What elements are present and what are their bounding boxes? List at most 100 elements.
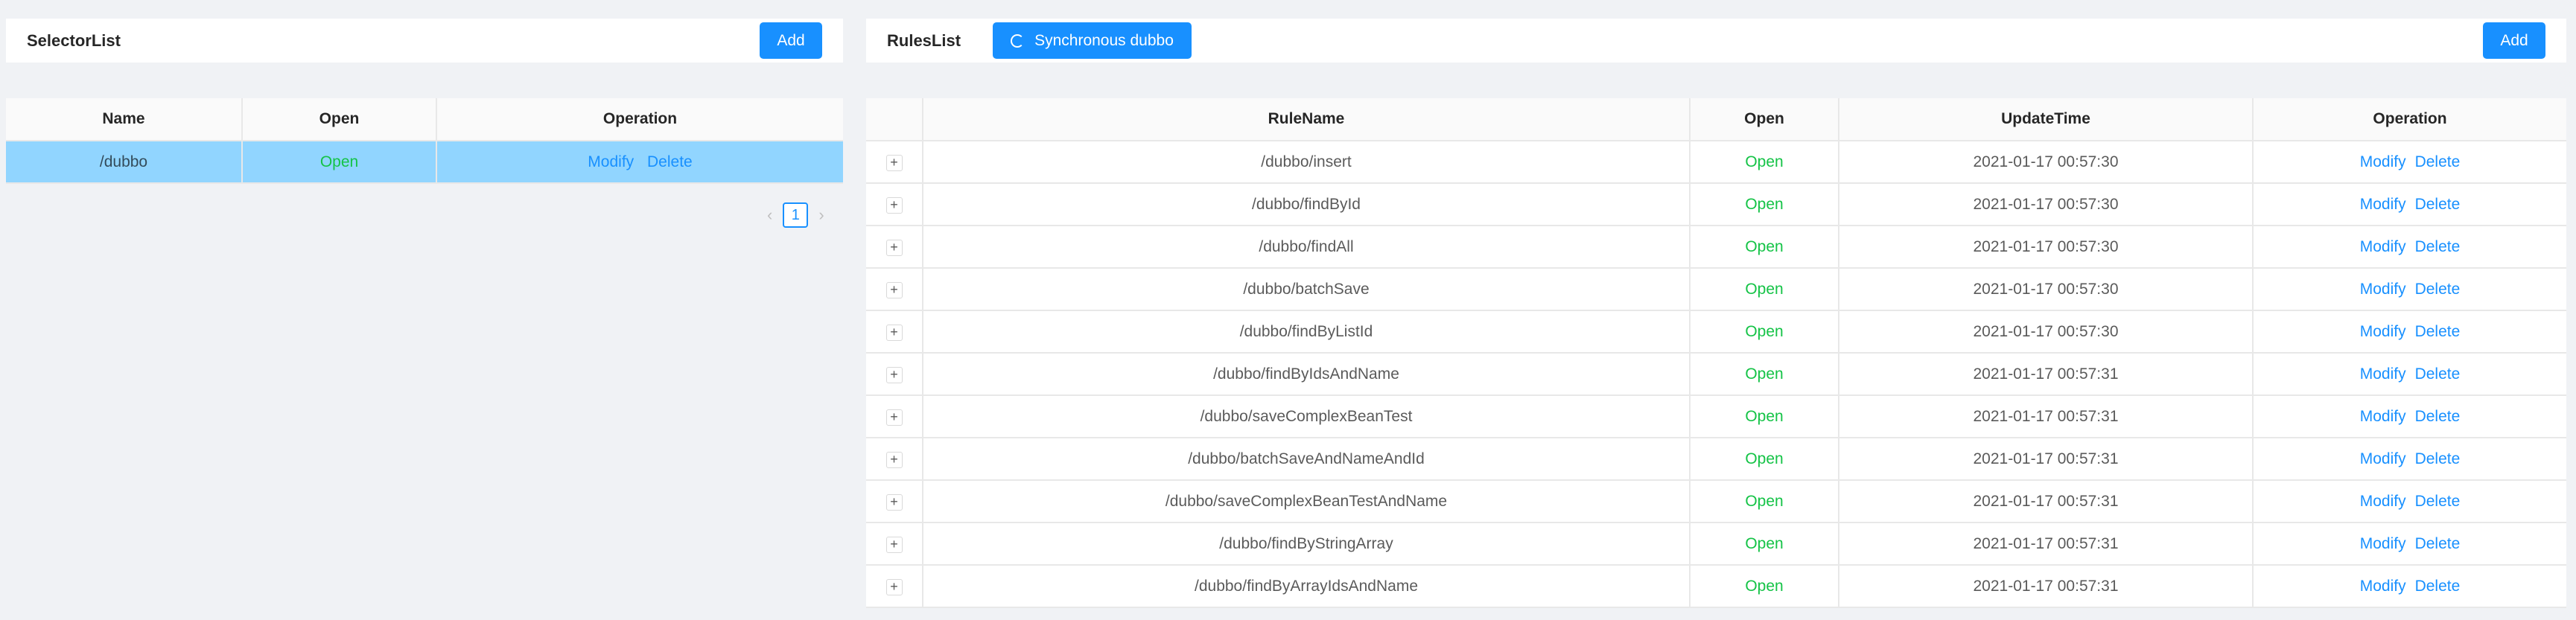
- expand-cell: +: [866, 353, 923, 396]
- delete-link[interactable]: Delete: [2415, 450, 2461, 467]
- rule-row[interactable]: + /dubbo/batchSave Open 2021-01-17 00:57:30…: [866, 268, 2566, 311]
- selector-open-status: Open: [242, 141, 437, 184]
- rule-name: /dubbo/findByListId: [923, 310, 1691, 354]
- expand-row-icon[interactable]: +: [885, 154, 903, 171]
- modify-link[interactable]: Modify: [2360, 238, 2406, 255]
- rule-row[interactable]: + /dubbo/batchSaveAndNameAndId Open 2021-01…: [866, 438, 2566, 481]
- synchronous-dubbo-label: Synchronous dubbo: [1034, 31, 1174, 49]
- add-rule-button[interactable]: Add: [2483, 22, 2545, 59]
- expand-row-icon[interactable]: +: [885, 281, 903, 298]
- rule-operations: Modify Delete: [2253, 565, 2566, 608]
- rule-update-time: 2021-01-17 00:57:30: [1839, 226, 2254, 269]
- expand-cell: +: [866, 438, 923, 481]
- expand-row-icon[interactable]: +: [885, 536, 903, 553]
- rule-name: /dubbo/insert: [923, 141, 1691, 184]
- delete-link[interactable]: Delete: [2415, 408, 2461, 425]
- expand-row-icon[interactable]: +: [885, 409, 903, 426]
- column-header-update-time: UpdateTime: [1839, 98, 2254, 141]
- rule-name: /dubbo/batchSaveAndNameAndId: [923, 438, 1691, 481]
- rule-row[interactable]: +/dubbo/findAll Open 2021-01-17 00:57:30 Mo…: [866, 226, 2566, 269]
- rule-open-status: Open: [1690, 141, 1839, 184]
- rule-row[interactable]: + /dubbo/findByStringArray Open 2021-01-17 …: [866, 522, 2566, 566]
- rule-row[interactable]: + /dubbo/saveComplexBeanTestAndName Open 20…: [866, 480, 2566, 523]
- modify-link[interactable]: Modify: [2360, 153, 2406, 170]
- column-header-name: Name: [6, 98, 243, 141]
- rule-name: /dubbo/findByIdsAndName: [923, 353, 1691, 396]
- rule-operations: Modify Delete: [2253, 353, 2566, 396]
- delete-link[interactable]: Delete: [647, 153, 693, 170]
- selector-row[interactable]: /dubbo Open Modify Delete: [6, 141, 843, 184]
- expand-row-icon[interactable]: +: [885, 451, 903, 468]
- rule-row[interactable]: + /dubbo/findByListId Open 2021-01-17 00:57…: [866, 310, 2566, 354]
- rule-name: /dubbo/saveComplexBeanTest: [923, 395, 1691, 438]
- expand-row-icon[interactable]: +: [885, 324, 903, 341]
- rule-open-status: Open: [1690, 522, 1839, 566]
- rule-operations: Modify Delete: [2253, 310, 2566, 354]
- rule-row[interactable]: + /dubbo/saveComplexBeanTest Open 2021-01-1…: [866, 395, 2566, 438]
- rule-row[interactable]: + /dubbo/findByIdsAndName Open 2021-01-17 0…: [866, 353, 2566, 396]
- modify-link[interactable]: Modify: [2360, 408, 2406, 425]
- rule-row[interactable]: +/dubbo/findById Open 2021-01-17 00:57:30 M…: [866, 183, 2566, 226]
- modify-link[interactable]: Modify: [2360, 578, 2406, 595]
- modify-link[interactable]: Modify: [2360, 365, 2406, 383]
- delete-link[interactable]: Delete: [2415, 238, 2461, 255]
- expand-row-icon[interactable]: +: [885, 239, 903, 256]
- modify-link[interactable]: Modify: [2360, 323, 2406, 340]
- expand-row-icon[interactable]: +: [885, 196, 903, 214]
- delete-link[interactable]: Delete: [2415, 493, 2461, 510]
- rules-table: RuleName Open UpdateTime Operation + /dub…: [866, 98, 2566, 608]
- rule-open-status: Open: [1690, 268, 1839, 311]
- delete-link[interactable]: Delete: [2415, 153, 2461, 170]
- modify-link[interactable]: Modify: [2360, 196, 2406, 213]
- delete-link[interactable]: Delete: [2415, 323, 2461, 340]
- modify-link[interactable]: Modify: [2360, 493, 2406, 510]
- delete-link[interactable]: Delete: [2415, 535, 2461, 552]
- delete-link[interactable]: Delete: [2415, 578, 2461, 595]
- rule-operations: Modify Delete: [2253, 438, 2566, 481]
- modify-link[interactable]: Modify: [2360, 450, 2406, 467]
- delete-link[interactable]: Delete: [2415, 196, 2461, 213]
- rule-open-status: Open: [1690, 353, 1839, 396]
- rule-operations: Modify Delete: [2253, 183, 2566, 226]
- column-header-expand: [866, 98, 923, 141]
- sync-icon: [1011, 33, 1025, 48]
- rule-operations: Modify Delete: [2253, 226, 2566, 269]
- rule-open-status: Open: [1690, 480, 1839, 523]
- page-number[interactable]: 1: [783, 202, 809, 228]
- synchronous-dubbo-button[interactable]: Synchronous dubbo: [993, 22, 1192, 59]
- expand-row-icon[interactable]: +: [885, 493, 903, 511]
- expand-row-icon[interactable]: +: [885, 578, 903, 595]
- rule-operations: Modify Delete: [2253, 141, 2566, 184]
- delete-link[interactable]: Delete: [2415, 281, 2461, 298]
- chevron-right-icon[interactable]: ›: [818, 205, 824, 225]
- rule-open-status: Open: [1690, 395, 1839, 438]
- expand-cell: +: [866, 183, 923, 226]
- rule-name: /dubbo/findAll: [923, 226, 1691, 269]
- rule-name: /dubbo/findByArrayIdsAndName: [923, 565, 1691, 608]
- expand-row-icon[interactable]: +: [885, 366, 903, 383]
- rule-update-time: 2021-01-17 00:57:31: [1839, 480, 2254, 523]
- rule-open-status: Open: [1690, 565, 1839, 608]
- rule-update-time: 2021-01-17 00:57:30: [1839, 310, 2254, 354]
- column-header-operation: Operation: [2253, 98, 2566, 141]
- selector-pagination: ‹ 1 ›: [767, 202, 824, 228]
- rule-update-time: 2021-01-17 00:57:30: [1839, 183, 2254, 226]
- modify-link[interactable]: Modify: [2360, 535, 2406, 552]
- modify-link[interactable]: Modify: [588, 153, 634, 170]
- rule-row[interactable]: + /dubbo/findByArrayIdsAndName Open 2021-01…: [866, 565, 2566, 608]
- expand-cell: +: [866, 480, 923, 523]
- rule-open-status: Open: [1690, 183, 1839, 226]
- rules-table-header-row: RuleName Open UpdateTime Operation: [866, 98, 2566, 141]
- delete-link[interactable]: Delete: [2415, 365, 2461, 383]
- expand-cell: +: [866, 268, 923, 311]
- column-header-open: Open: [242, 98, 437, 141]
- rule-operations: Modify Delete: [2253, 268, 2566, 311]
- column-header-open: Open: [1690, 98, 1839, 141]
- rule-update-time: 2021-01-17 00:57:31: [1839, 565, 2254, 608]
- chevron-left-icon[interactable]: ‹: [767, 205, 772, 225]
- rule-row[interactable]: +/dubbo/insert Open 2021-01-17 00:57:30 Mod…: [866, 141, 2566, 184]
- column-header-operation: Operation: [436, 98, 843, 141]
- add-selector-button[interactable]: Add: [760, 22, 822, 59]
- rules-list-header: RulesList Synchronous dubbo Add: [866, 19, 2566, 63]
- modify-link[interactable]: Modify: [2360, 281, 2406, 298]
